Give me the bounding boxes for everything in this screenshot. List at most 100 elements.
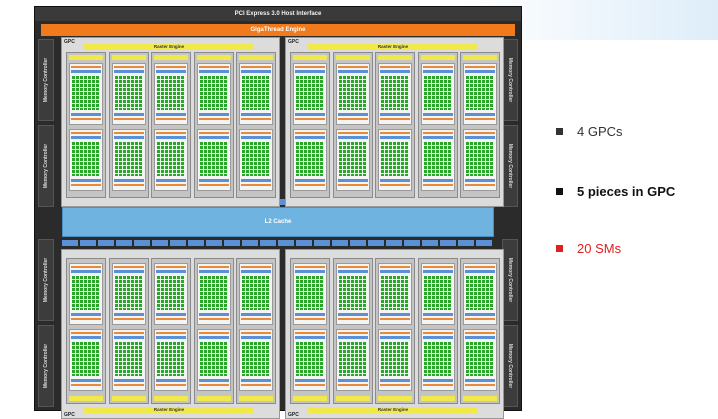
polymorph-engine: [335, 396, 370, 401]
cuda-cores: [381, 276, 409, 310]
polymorph-engine: [196, 396, 231, 401]
sm-instruction-cache: [241, 332, 271, 334]
sm-texture-units: [241, 118, 271, 120]
pcie-host-interface: PCI Express 3.0 Host Interface: [35, 7, 521, 21]
sm-shared-memory: [380, 313, 410, 316]
sm-register-file: [113, 270, 144, 273]
gpc-3: GPC Raster Engine: [61, 249, 280, 419]
raster-engine: Raster Engine: [308, 44, 478, 50]
sm-instruction-cache: [380, 266, 410, 268]
memory-controller-left-1: Memory Controller: [38, 39, 54, 121]
sm-instruction-cache: [156, 266, 186, 268]
sm-register-file: [156, 136, 186, 139]
polymorph-engine: [154, 55, 188, 60]
sm-shared-memory: [71, 113, 101, 116]
sm-shared-memory: [422, 179, 453, 182]
streaming-multiprocessor: [154, 329, 188, 391]
sm-shared-memory: [465, 113, 495, 116]
sm-shared-memory: [241, 179, 271, 182]
cuda-cores: [423, 342, 452, 376]
cuda-cores: [157, 276, 185, 310]
sm-shared-memory: [465, 379, 495, 382]
tpc: [417, 258, 458, 404]
sm-register-file: [465, 70, 495, 73]
sm-instruction-cache: [337, 332, 368, 334]
sm-instruction-cache: [198, 266, 229, 268]
sm-shared-memory: [113, 379, 144, 382]
polymorph-engine: [154, 396, 188, 401]
cuda-cores: [114, 342, 143, 376]
sm-shared-memory: [422, 379, 453, 382]
streaming-multiprocessor: [335, 263, 370, 325]
tpc: [460, 258, 500, 404]
sm-instruction-cache: [113, 266, 144, 268]
cuda-cores: [72, 76, 100, 110]
sm-shared-memory: [295, 313, 325, 316]
sm-shared-memory: [198, 113, 229, 116]
sm-texture-units: [465, 384, 495, 386]
sm-texture-units: [198, 384, 229, 386]
sm-shared-memory: [422, 313, 453, 316]
polymorph-engine: [293, 396, 327, 401]
streaming-multiprocessor: [378, 263, 412, 325]
sm-instruction-cache: [337, 132, 368, 134]
gpc-2: GPC Raster Engine: [285, 37, 504, 207]
sm-register-file: [156, 70, 186, 73]
tpc: [332, 52, 373, 198]
cuda-cores: [296, 76, 324, 110]
sm-instruction-cache: [113, 66, 144, 68]
cuda-cores: [114, 276, 143, 310]
cuda-cores: [381, 342, 409, 376]
sm-shared-memory: [198, 379, 229, 382]
gpu-block-diagram: PCI Express 3.0 Host Interface GigaThrea…: [34, 6, 522, 419]
sm-shared-memory: [380, 379, 410, 382]
sm-register-file: [465, 336, 495, 339]
sm-register-file: [422, 136, 453, 139]
sm-shared-memory: [71, 379, 101, 382]
raster-engine: Raster Engine: [308, 407, 478, 413]
sm-shared-memory: [71, 179, 101, 182]
sm-shared-memory: [295, 179, 325, 182]
sm-instruction-cache: [156, 66, 186, 68]
sm-texture-units: [337, 384, 368, 386]
gpc-label: GPC: [288, 39, 299, 45]
sm-shared-memory: [198, 313, 229, 316]
sm-register-file: [422, 270, 453, 273]
sm-register-file: [241, 270, 271, 273]
sm-instruction-cache: [156, 332, 186, 334]
sm-instruction-cache: [156, 132, 186, 134]
cuda-cores: [242, 276, 270, 310]
sm-shared-memory: [295, 379, 325, 382]
sm-instruction-cache: [465, 132, 495, 134]
gpc-label: GPC: [64, 412, 75, 418]
sm-shared-memory: [241, 379, 271, 382]
sm-texture-units: [422, 318, 453, 320]
polymorph-engine: [293, 55, 327, 60]
cuda-cores: [242, 142, 270, 176]
sm-texture-units: [337, 318, 368, 320]
gpc-label: GPC: [288, 412, 299, 418]
sm-instruction-cache: [241, 266, 271, 268]
bullet-gpcs: 4 GPCs: [556, 124, 623, 139]
sm-texture-units: [465, 118, 495, 120]
bullet-marker: [556, 188, 563, 195]
streaming-multiprocessor: [239, 129, 273, 191]
sm-shared-memory: [156, 313, 186, 316]
sm-texture-units: [71, 184, 101, 186]
sm-texture-units: [422, 184, 453, 186]
sm-register-file: [422, 70, 453, 73]
sm-register-file: [113, 70, 144, 73]
sm-register-file: [380, 70, 410, 73]
sm-texture-units: [380, 318, 410, 320]
cuda-cores: [466, 76, 494, 110]
sm-shared-memory: [156, 379, 186, 382]
gigathread-engine: GigaThread Engine: [41, 24, 515, 36]
sm-instruction-cache: [241, 66, 271, 68]
sm-register-file: [198, 70, 229, 73]
streaming-multiprocessor: [378, 63, 412, 125]
tpc: [375, 52, 415, 198]
sm-texture-units: [241, 384, 271, 386]
tpc: [193, 52, 234, 198]
streaming-multiprocessor: [378, 129, 412, 191]
streaming-multiprocessor: [378, 329, 412, 391]
